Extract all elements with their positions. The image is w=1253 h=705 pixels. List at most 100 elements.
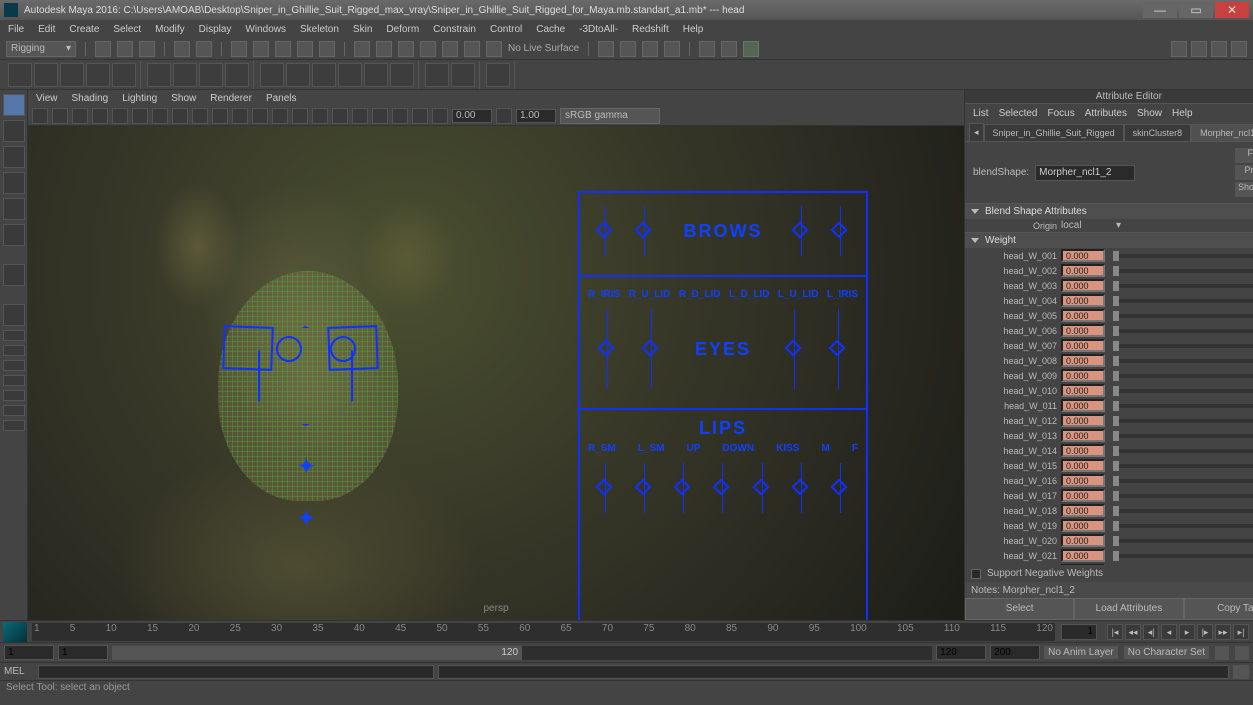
brow-slider-1[interactable] — [605, 206, 606, 256]
lip-slider-7[interactable] — [840, 463, 841, 513]
select-tool[interactable] — [3, 94, 25, 116]
ae-tab-scroll-left[interactable]: ◂ — [969, 123, 984, 141]
ae-menu-attributes[interactable]: Attributes — [1085, 108, 1127, 119]
range-start-field[interactable] — [4, 645, 54, 660]
shelf-skin2-icon[interactable] — [286, 63, 310, 87]
goto-start-button[interactable]: |◂ — [1107, 624, 1123, 640]
camera-bookmark-icon[interactable] — [52, 108, 68, 124]
history4-icon[interactable] — [664, 41, 680, 57]
goto-end-button[interactable]: ▸| — [1233, 624, 1249, 640]
menu-redshift[interactable]: Redshift — [632, 24, 669, 35]
weight-slider[interactable] — [1113, 389, 1253, 393]
menu-cache[interactable]: Cache — [536, 24, 565, 35]
shelf-skin5-icon[interactable] — [364, 63, 388, 87]
shadows-icon[interactable] — [292, 108, 308, 124]
ae-tab[interactable]: Sniper_in_Ghillie_Suit_Rigged — [984, 124, 1124, 141]
layout-three[interactable] — [3, 375, 25, 386]
paint-select-tool[interactable] — [3, 146, 25, 168]
ae-toggle-icon[interactable] — [1191, 41, 1207, 57]
weight-value-field[interactable] — [1061, 324, 1105, 337]
range-inner-end-field[interactable] — [936, 645, 986, 660]
menu-create[interactable]: Create — [69, 24, 99, 35]
layout-four[interactable] — [3, 330, 25, 341]
rotate-tool[interactable] — [3, 198, 25, 220]
weight-value-field[interactable] — [1061, 474, 1105, 487]
ao-icon[interactable] — [312, 108, 328, 124]
shelf-move-icon[interactable] — [8, 63, 32, 87]
weight-value-field[interactable] — [1061, 264, 1105, 277]
grease-icon[interactable] — [112, 108, 128, 124]
weight-value-field[interactable] — [1061, 534, 1105, 547]
weight-slider[interactable] — [1113, 299, 1253, 303]
shelf-joint-icon[interactable] — [147, 63, 171, 87]
modeling-toolkit-icon[interactable] — [1231, 41, 1247, 57]
autokey-toggle[interactable] — [1215, 646, 1229, 660]
layout-single[interactable] — [3, 304, 25, 326]
weight-value-field[interactable] — [1061, 504, 1105, 517]
shelf-humanik-icon[interactable] — [486, 63, 510, 87]
copy-tab-button[interactable]: Copy Tab — [1184, 598, 1253, 620]
weight-slider[interactable] — [1113, 254, 1253, 258]
menu-windows[interactable]: Windows — [245, 24, 286, 35]
weight-value-field[interactable] — [1061, 339, 1105, 352]
lasso-tool[interactable] — [3, 120, 25, 142]
mask2-icon[interactable] — [319, 41, 335, 57]
layout-icon[interactable] — [1171, 41, 1187, 57]
aa-icon[interactable] — [352, 108, 368, 124]
view-transform-dropdown[interactable]: sRGB gamma — [560, 108, 660, 124]
shelf-cluster-icon[interactable] — [225, 63, 249, 87]
textured-icon[interactable] — [252, 108, 268, 124]
weight-slider[interactable] — [1113, 284, 1253, 288]
render-globals-icon[interactable] — [743, 41, 759, 57]
snap-curve-icon[interactable] — [376, 41, 392, 57]
shelf-constrain2-icon[interactable] — [451, 63, 475, 87]
shelf-constrain-icon[interactable] — [425, 63, 449, 87]
select-button[interactable]: Select — [965, 598, 1074, 620]
ae-menu-focus[interactable]: Focus — [1047, 108, 1074, 119]
close-button[interactable]: ✕ — [1215, 2, 1249, 18]
weight-slider[interactable] — [1113, 464, 1253, 468]
eye-slider-3[interactable] — [794, 309, 795, 389]
weight-value-field[interactable] — [1061, 489, 1105, 502]
weight-value-field[interactable] — [1061, 414, 1105, 427]
ae-tab[interactable]: Morpher_ncl1_2 — [1191, 124, 1253, 141]
rig-ctrl-jaw-cross[interactable]: ✦ — [298, 506, 315, 531]
render-icon[interactable] — [699, 41, 715, 57]
shelf-skin1-icon[interactable] — [260, 63, 284, 87]
lip-slider-1[interactable] — [605, 463, 606, 513]
weight-value-field[interactable] — [1061, 444, 1105, 457]
res-gate-icon[interactable] — [172, 108, 188, 124]
snap-surface-icon[interactable] — [442, 41, 458, 57]
shelf-skin4-icon[interactable] — [338, 63, 362, 87]
motion-blur-icon[interactable] — [332, 108, 348, 124]
menu-deform[interactable]: Deform — [386, 24, 419, 35]
lasso-mode-icon[interactable] — [253, 41, 269, 57]
weight-slider[interactable] — [1113, 374, 1253, 378]
panel-menu-shading[interactable]: Shading — [72, 93, 109, 104]
new-scene-icon[interactable] — [95, 41, 111, 57]
brow-slider-2[interactable] — [644, 206, 645, 256]
weight-slider[interactable] — [1113, 494, 1253, 498]
minimize-button[interactable]: — — [1143, 2, 1177, 18]
menu-constrain[interactable]: Constrain — [433, 24, 476, 35]
step-fwd-button[interactable]: |▸ — [1197, 624, 1213, 640]
weight-slider[interactable] — [1113, 449, 1253, 453]
select-mode-icon[interactable] — [231, 41, 247, 57]
paint-mode-icon[interactable] — [275, 41, 291, 57]
weight-value-field[interactable] — [1061, 294, 1105, 307]
shelf-scale-icon[interactable] — [60, 63, 84, 87]
gamma-field[interactable] — [516, 109, 556, 123]
exposure-field[interactable] — [452, 109, 492, 123]
script-lang-label[interactable]: MEL — [4, 666, 34, 677]
play-fwd-button[interactable]: ▸ — [1179, 624, 1195, 640]
shelf-skin6-icon[interactable] — [390, 63, 414, 87]
weight-value-field[interactable] — [1061, 429, 1105, 442]
channelbox-toggle-icon[interactable] — [1211, 41, 1227, 57]
weight-value-field[interactable] — [1061, 519, 1105, 532]
rig-ctrl-mouth-cross[interactable]: ✦ — [298, 454, 315, 479]
panel-menu-show[interactable]: Show — [171, 93, 196, 104]
lights-icon[interactable] — [272, 108, 288, 124]
weight-slider[interactable] — [1113, 344, 1253, 348]
rig-ctrl-left-iris[interactable] — [276, 336, 302, 362]
isolate-icon[interactable] — [372, 108, 388, 124]
